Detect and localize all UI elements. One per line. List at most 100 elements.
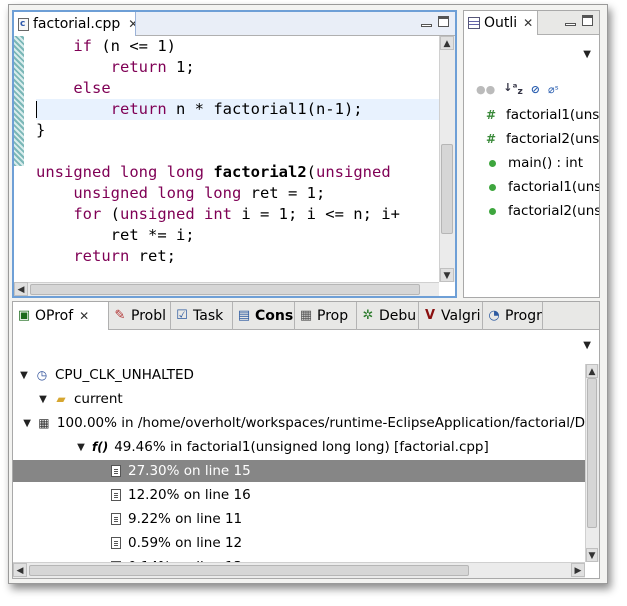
hide-fields-icon[interactable]: ⊘ <box>531 83 540 96</box>
keyword-token: unsigned long long <box>73 184 242 202</box>
tab-outline[interactable]: Outli ✕ <box>464 11 538 35</box>
close-icon[interactable]: ✕ <box>523 16 533 30</box>
tab-probl[interactable]: ✎ Probl <box>109 302 171 330</box>
code-line[interactable]: else <box>36 78 111 99</box>
hide-static-icon[interactable]: ⌀ˢ <box>548 83 559 96</box>
code-token: ret; <box>129 247 176 265</box>
scroll-up-icon[interactable]: ▲ <box>586 364 598 378</box>
tree-row[interactable]: ▼ ▦ 100.00% in /home/overholt/workspaces/r… <box>13 412 585 434</box>
keyword-token: for <box>73 205 102 223</box>
code-line[interactable]: return 1; <box>36 57 195 78</box>
tab-valgri[interactable]: V Valgri <box>419 302 483 330</box>
code-token: ( <box>101 205 120 223</box>
tab-label: Task <box>193 308 224 324</box>
tree-row[interactable]: 0.59% on line 12 <box>13 532 585 554</box>
editor-vertical-scrollbar[interactable]: ▲ ▼ <box>439 36 455 282</box>
view-menu-icon[interactable]: ▼ <box>583 340 591 351</box>
group-icon[interactable]: ●● <box>476 83 495 96</box>
scroll-thumb[interactable] <box>587 378 597 528</box>
hscroll-thumb[interactable] <box>30 284 420 295</box>
tree-row[interactable]: ▼ ◷ CPU_CLK_UNHALTED <box>13 364 585 386</box>
scroll-left-icon[interactable]: ◀ <box>14 282 28 296</box>
outline-item[interactable]: factorial2(uns <box>486 201 600 221</box>
tree-row-label: 0.59% on line 12 <box>128 535 243 551</box>
editor-pane: c factorial.cpp ✕ if (n <= 1) return 1; … <box>12 10 457 298</box>
editor-tab-label: factorial.cpp <box>33 16 121 32</box>
minimize-icon[interactable] <box>421 24 432 27</box>
code-line[interactable]: if (n <= 1) <box>36 36 176 57</box>
scroll-up-icon[interactable]: ▲ <box>440 36 454 50</box>
tab-task[interactable]: ☑ Task <box>171 302 233 330</box>
outline-window-controls <box>565 15 593 26</box>
outline-item[interactable]: main() : int <box>486 153 583 173</box>
outline-toolbar: ●● ↓ᵃz ⊘ ⌀ˢ <box>476 81 559 97</box>
scroll-left-icon[interactable]: ◀ <box>13 563 27 577</box>
code-line[interactable]: unsigned long long ret = 1; <box>36 183 325 204</box>
code-line[interactable]: ret *= i; <box>36 225 195 246</box>
expand-toggle-icon[interactable]: ▼ <box>19 370 29 381</box>
tasks-icon: ☑ <box>176 308 188 323</box>
code-line[interactable]: return n * factorial1(n-1); <box>36 99 439 120</box>
hash-icon: # <box>486 132 497 146</box>
tab-progr[interactable]: ◔ Progr <box>483 302 543 330</box>
hash-icon: # <box>486 108 497 122</box>
code-line[interactable]: unsigned long long factorial2(unsigned <box>36 162 391 183</box>
tab-factorial-cpp[interactable]: c factorial.cpp ✕ <box>14 12 136 36</box>
tab-cons[interactable]: ▤ Cons <box>233 302 295 330</box>
keyword-token: if <box>73 37 92 55</box>
expand-toggle-icon[interactable]: ▼ <box>76 442 86 453</box>
tab-debu[interactable]: ✲ Debu <box>357 302 419 330</box>
code-line[interactable]: } <box>36 120 45 141</box>
sort-az-icon[interactable]: ↓ᵃz <box>503 81 523 97</box>
editor-horizontal-scrollbar[interactable]: ◀ <box>14 282 439 296</box>
code-line[interactable]: for (unsigned int i = 1; i <= n; i+ <box>36 204 400 225</box>
tree-row[interactable]: ▼ ▰ current <box>13 388 585 410</box>
tree-row[interactable]: 12.20% on line 16 <box>13 484 585 506</box>
tab-label: OProf <box>35 308 74 324</box>
close-icon[interactable]: ✕ <box>128 17 135 31</box>
tree-row[interactable]: 9.22% on line 11 <box>13 508 585 530</box>
tree-row-label: 12.20% on line 16 <box>128 487 251 503</box>
code-area[interactable]: if (n <= 1) return 1; else return n * fa… <box>36 36 439 282</box>
maximize-icon[interactable] <box>438 16 449 27</box>
progress-icon: ◔ <box>488 308 500 323</box>
folder-icon: ▰ <box>56 392 66 406</box>
tree-horizontal-scrollbar[interactable]: ◀ ▶ <box>13 562 585 578</box>
function-icon: f() <box>92 440 109 454</box>
view-menu-icon[interactable]: ▼ <box>583 49 591 60</box>
scroll-down-icon[interactable]: ▼ <box>586 548 598 562</box>
code-line[interactable]: return ret; <box>36 246 176 267</box>
keyword-token: return <box>73 247 130 265</box>
tree-row-label: 49.46% in factorial1(unsigned long long)… <box>114 439 489 455</box>
maximize-icon[interactable] <box>582 15 593 26</box>
tab-prop[interactable]: ▦ Prop <box>295 302 357 330</box>
close-icon[interactable]: ✕ <box>79 309 89 323</box>
code-token: n * factorial1(n-1); <box>166 100 363 118</box>
eclipse-window: c factorial.cpp ✕ if (n <= 1) return 1; … <box>8 4 608 584</box>
scroll-thumb[interactable] <box>441 144 453 234</box>
change-ruler <box>14 36 24 282</box>
scroll-right-icon[interactable]: ▶ <box>571 563 585 577</box>
outline-item-label: factorial2(uns <box>508 203 600 219</box>
hscroll-thumb[interactable] <box>29 565 469 576</box>
tree-vertical-scrollbar[interactable]: ▲ ▼ <box>585 364 599 562</box>
tree-row[interactable]: ▼ f() 49.46% in factorial1(unsigned long l… <box>13 436 585 458</box>
scroll-down-icon[interactable]: ▼ <box>440 268 454 282</box>
code-token: 1; <box>166 58 195 76</box>
keyword-token: else <box>73 79 111 97</box>
minimize-icon[interactable] <box>565 23 576 26</box>
expand-toggle-icon[interactable]: ▼ <box>23 418 31 429</box>
outline-item[interactable]: factorial1(uns <box>486 177 599 197</box>
outline-item[interactable]: # factorial2(uns <box>486 129 599 149</box>
line-icon <box>111 537 121 549</box>
tree-row-label: 27.30% on line 15 <box>128 463 251 479</box>
tree-row[interactable]: 27.30% on line 15 <box>13 460 585 482</box>
tab-oprof[interactable]: ▣ OProf ✕ <box>13 302 109 330</box>
outline-item[interactable]: # factorial1(unsi <box>486 105 599 125</box>
expand-toggle-icon[interactable]: ▼ <box>38 394 48 405</box>
